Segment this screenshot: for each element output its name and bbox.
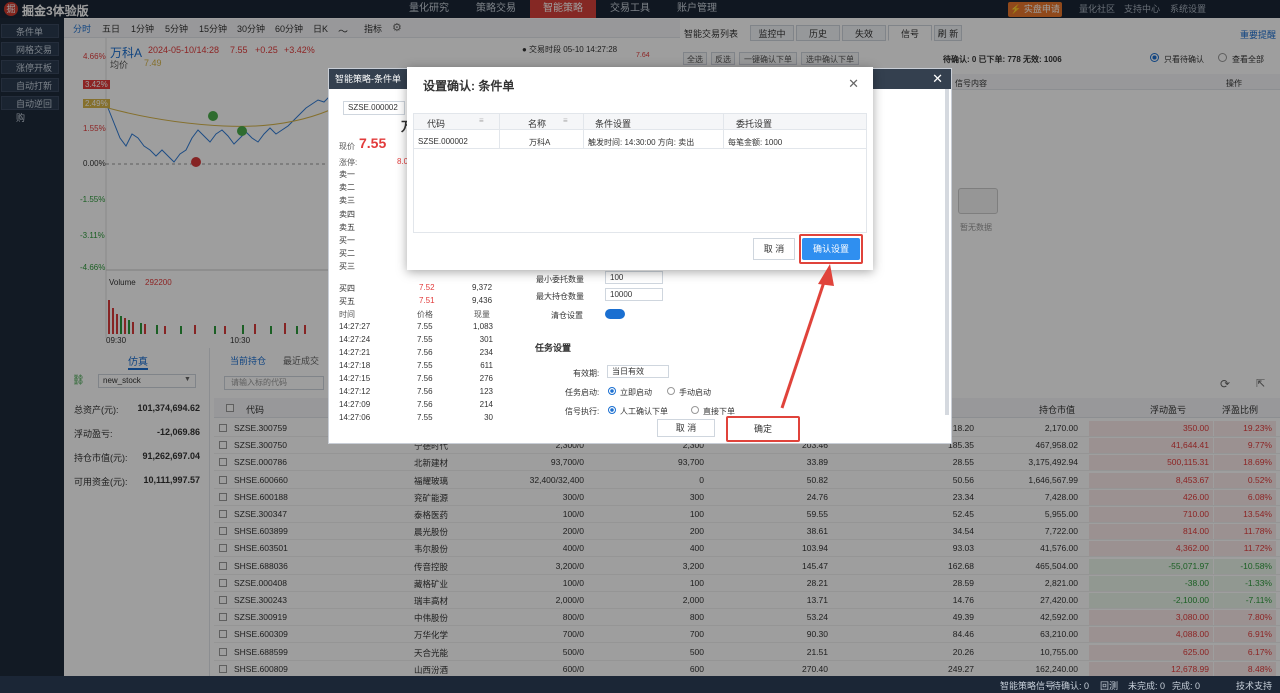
status-smart-signal[interactable]: 智能策略信号 [1000, 679, 1054, 692]
status-unfinished: 未完成: 0 [1128, 681, 1166, 691]
tech-support-link[interactable]: 技术支持 [1236, 679, 1272, 692]
status-backtest[interactable]: 回测 [1100, 679, 1118, 692]
status-bar: 智能策略信号 待确认: 0 回测 未完成: 0 完成: 0 技术支持 [0, 676, 1280, 693]
status-pending: 待确认: 0 [1052, 681, 1090, 691]
status-finished: 完成: 0 [1172, 681, 1201, 691]
annotation-arrow [780, 264, 834, 409]
